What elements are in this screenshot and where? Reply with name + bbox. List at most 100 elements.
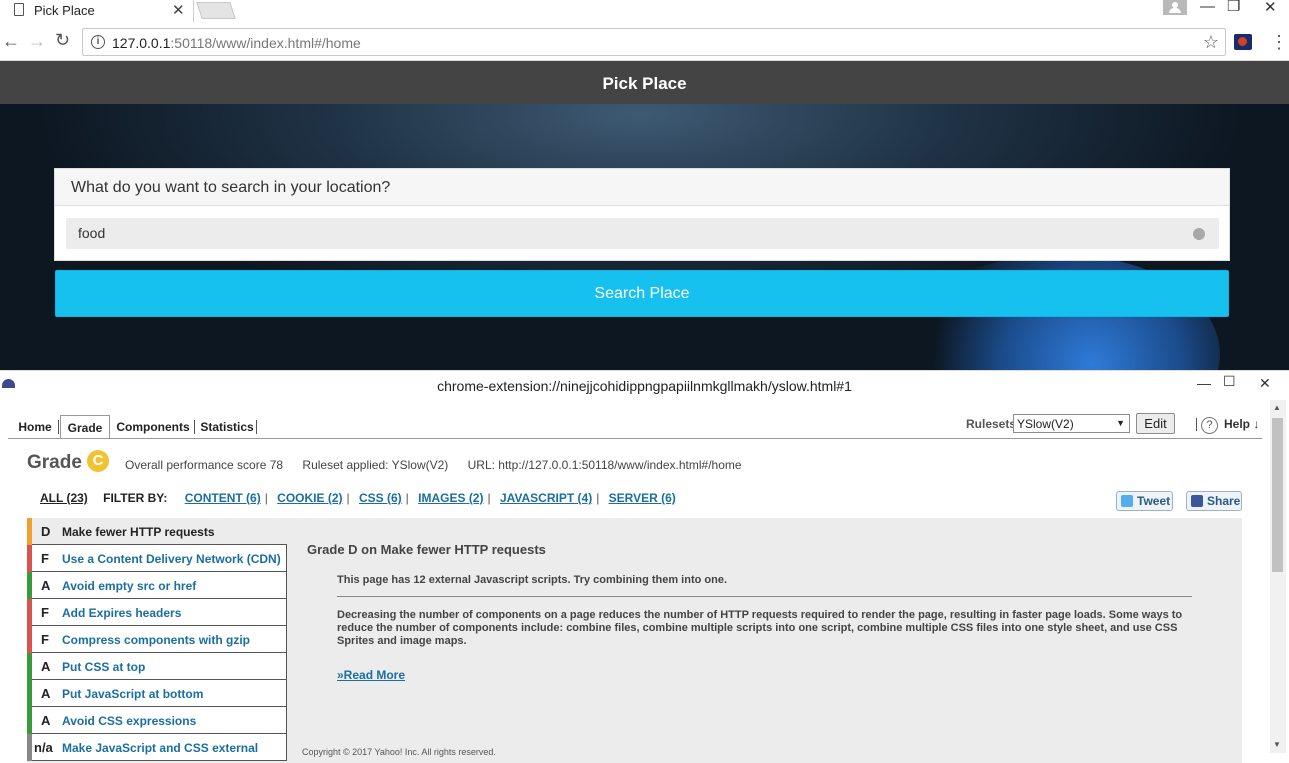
grade-color-bar bbox=[27, 626, 32, 653]
browser-tab[interactable]: Pick Place ✕ bbox=[0, 0, 194, 22]
filter-javascript[interactable]: JAVASCRIPT (4) bbox=[500, 491, 592, 505]
grade-color-bar bbox=[27, 707, 32, 734]
search-card: What do you want to search in your locat… bbox=[54, 168, 1230, 261]
copyright-text: Copyright © 2017 Yahoo! Inc. All rights … bbox=[302, 747, 496, 757]
rule-item[interactable]: A Avoid empty src or href bbox=[27, 572, 287, 599]
clear-icon[interactable] bbox=[1193, 228, 1205, 240]
filter-all[interactable]: ALL (23) bbox=[40, 491, 88, 505]
rule-label[interactable]: Compress components with gzip bbox=[62, 633, 250, 647]
search-place-button[interactable]: Search Place bbox=[55, 270, 1229, 317]
yslow-maximize-icon[interactable]: ☐ bbox=[1223, 373, 1236, 390]
rule-label[interactable]: Put CSS at top bbox=[62, 660, 145, 674]
edit-button[interactable]: Edit bbox=[1136, 413, 1175, 434]
browser-toolbar: ← → ↻ i 127.0.0.1:50118/www/index.html#/… bbox=[0, 22, 1289, 61]
grade-color-bar bbox=[27, 653, 32, 680]
grade-color-bar bbox=[27, 518, 32, 545]
rule-item[interactable]: n/a Make JavaScript and CSS external bbox=[27, 734, 287, 761]
rule-grade: A bbox=[41, 686, 51, 701]
ruleset-select-value: YSlow(V2) bbox=[1017, 417, 1074, 431]
yslow-panel: ▲ ▼ Home Grade Components Statistics Rul… bbox=[0, 400, 1289, 763]
twitter-icon bbox=[1121, 495, 1133, 507]
new-tab-button[interactable] bbox=[196, 2, 236, 19]
tab-home[interactable]: Home bbox=[12, 420, 59, 434]
back-icon[interactable]: ← bbox=[2, 31, 20, 52]
yslow-scrollbar[interactable]: ▲ ▼ bbox=[1270, 400, 1286, 753]
rule-label[interactable]: Avoid CSS expressions bbox=[62, 714, 196, 728]
yslow-minimize-icon[interactable]: — bbox=[1197, 375, 1211, 391]
rule-item[interactable]: D Make fewer HTTP requests bbox=[27, 518, 287, 545]
help-icon[interactable]: ? bbox=[1201, 417, 1218, 434]
grade-badge: C bbox=[87, 450, 109, 472]
rule-grade: A bbox=[41, 578, 51, 593]
grade-color-bar bbox=[27, 734, 32, 761]
rule-label[interactable]: Make JavaScript and CSS external bbox=[62, 741, 258, 755]
rule-grade: F bbox=[41, 605, 49, 620]
grade-color-bar bbox=[27, 680, 32, 707]
grade-summary: Overall performance score 78 Ruleset app… bbox=[125, 458, 758, 472]
minimize-icon[interactable]: — bbox=[1200, 0, 1215, 15]
grade-color-bar bbox=[27, 572, 32, 599]
menu-icon[interactable]: ⋮ bbox=[1270, 32, 1288, 53]
page-url: URL: http://127.0.0.1:50118/www/index.ht… bbox=[467, 458, 742, 472]
rule-grade: F bbox=[41, 632, 49, 647]
scroll-up-icon[interactable]: ▲ bbox=[1273, 403, 1281, 412]
window-close-icon[interactable]: ✕ bbox=[1264, 0, 1277, 16]
search-input[interactable] bbox=[78, 225, 1158, 241]
address-bar[interactable]: i 127.0.0.1:50118/www/index.html#/home ☆ bbox=[82, 28, 1226, 56]
address-url: 127.0.0.1:50118/www/index.html#/home bbox=[112, 35, 361, 51]
user-profile-icon[interactable] bbox=[1163, 0, 1187, 15]
browser-tabstrip: Pick Place ✕ — ❐ ✕ bbox=[0, 0, 1289, 22]
search-prompt: What do you want to search in your locat… bbox=[55, 169, 1229, 206]
rule-label[interactable]: Use a Content Delivery Network (CDN) bbox=[62, 552, 281, 566]
tab-grade[interactable]: Grade bbox=[60, 415, 110, 439]
ruleset-select[interactable]: YSlow(V2) ▼ bbox=[1013, 414, 1130, 433]
share-button[interactable]: Share bbox=[1186, 491, 1242, 511]
grade-color-bar bbox=[27, 545, 32, 572]
scroll-down-icon[interactable]: ▼ bbox=[1273, 740, 1281, 749]
yslow-extension-icon[interactable] bbox=[1234, 34, 1252, 50]
search-field[interactable] bbox=[66, 218, 1219, 249]
filter-css[interactable]: CSS (6) bbox=[359, 491, 402, 505]
rule-label[interactable]: Make fewer HTTP requests bbox=[62, 525, 215, 539]
info-icon[interactable]: i bbox=[91, 35, 105, 49]
grade-label: Grade bbox=[27, 452, 82, 473]
tweet-button[interactable]: Tweet bbox=[1116, 491, 1173, 511]
detail-description: Decreasing the number of components on a… bbox=[337, 609, 1183, 647]
scroll-thumb[interactable] bbox=[1272, 418, 1283, 572]
filter-images[interactable]: IMAGES (2) bbox=[418, 491, 483, 505]
divider bbox=[1196, 418, 1197, 431]
filter-content[interactable]: CONTENT (6) bbox=[185, 491, 261, 505]
filter-by-label: FILTER BY: bbox=[103, 491, 168, 505]
rule-item[interactable]: F Compress components with gzip bbox=[27, 626, 287, 653]
rule-grade: A bbox=[41, 659, 51, 674]
reload-icon[interactable]: ↻ bbox=[55, 30, 70, 51]
yslow-titlebar: chrome-extension://ninejjcohidippngpapii… bbox=[0, 370, 1289, 400]
tab-statistics[interactable]: Statistics bbox=[198, 420, 257, 434]
rule-item[interactable]: A Put CSS at top bbox=[27, 653, 287, 680]
tab-title: Pick Place bbox=[34, 3, 95, 18]
restore-icon[interactable]: ❐ bbox=[1227, 0, 1240, 15]
tab-components[interactable]: Components bbox=[112, 420, 195, 434]
performance-score: Overall performance score 78 bbox=[125, 458, 284, 472]
bookmark-star-icon[interactable]: ☆ bbox=[1203, 32, 1219, 53]
tab-close-icon[interactable]: ✕ bbox=[172, 1, 185, 19]
help-link[interactable]: Help ↓ bbox=[1224, 417, 1259, 431]
rule-label[interactable]: Avoid empty src or href bbox=[62, 579, 196, 593]
document-icon bbox=[14, 3, 24, 16]
read-more-link[interactable]: »Read More bbox=[337, 668, 405, 682]
dropdown-arrow-icon: ▼ bbox=[1116, 418, 1125, 428]
rule-label[interactable]: Put JavaScript at bottom bbox=[62, 687, 203, 701]
yslow-window-title: chrome-extension://ninejjcohidippngpapii… bbox=[437, 378, 852, 394]
filter-cookie[interactable]: COOKIE (2) bbox=[277, 491, 342, 505]
rule-item[interactable]: F Use a Content Delivery Network (CDN) bbox=[27, 545, 287, 572]
rule-grade: D bbox=[41, 524, 51, 539]
grade-color-bar bbox=[27, 599, 32, 626]
rule-item[interactable]: A Avoid CSS expressions bbox=[27, 707, 287, 734]
forward-icon[interactable]: → bbox=[28, 31, 46, 52]
rule-label[interactable]: Add Expires headers bbox=[62, 606, 181, 620]
rule-item[interactable]: F Add Expires headers bbox=[27, 599, 287, 626]
filter-server[interactable]: SERVER (6) bbox=[609, 491, 676, 505]
yslow-close-icon[interactable]: ✕ bbox=[1259, 375, 1271, 392]
detail-title: Grade D on Make fewer HTTP requests bbox=[307, 542, 546, 557]
rule-item[interactable]: A Put JavaScript at bottom bbox=[27, 680, 287, 707]
